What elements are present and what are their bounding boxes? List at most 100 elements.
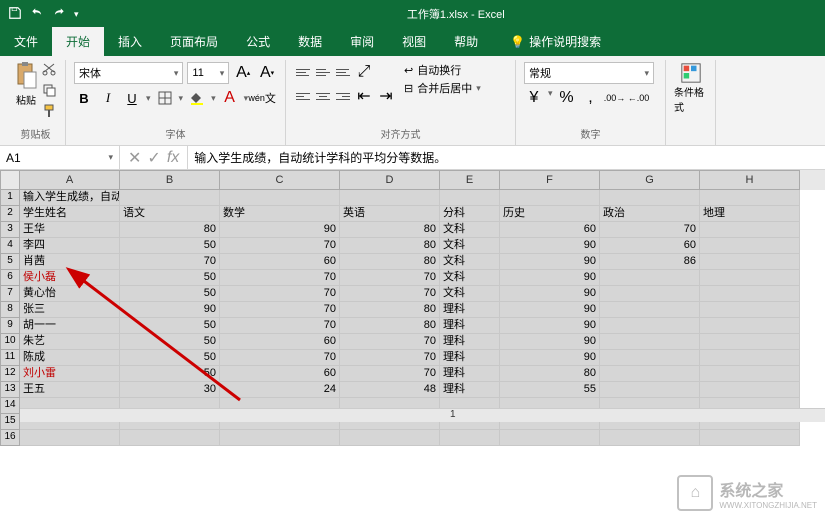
tab-file[interactable]: 文件 bbox=[0, 27, 52, 56]
cell[interactable]: 语文 bbox=[120, 206, 220, 222]
cell[interactable]: 50 bbox=[120, 286, 220, 302]
cell[interactable]: 文科 bbox=[440, 270, 500, 286]
cell[interactable]: 70 bbox=[340, 350, 440, 366]
row-header[interactable]: 7 bbox=[0, 286, 20, 302]
cell[interactable] bbox=[700, 238, 800, 254]
decrease-font-icon[interactable]: A▾ bbox=[257, 63, 277, 83]
cell[interactable]: 80 bbox=[340, 238, 440, 254]
align-top-icon[interactable] bbox=[294, 63, 312, 81]
cell[interactable]: 朱艺 bbox=[20, 334, 120, 350]
cell[interactable]: 80 bbox=[340, 318, 440, 334]
cell[interactable] bbox=[600, 334, 700, 350]
col-header[interactable]: G bbox=[600, 170, 700, 190]
cell[interactable]: 50 bbox=[120, 334, 220, 350]
cell[interactable]: 理科 bbox=[440, 382, 500, 398]
row-header[interactable]: 2 bbox=[0, 206, 20, 222]
cell[interactable]: 肖茜 bbox=[20, 254, 120, 270]
cell[interactable]: 文科 bbox=[440, 222, 500, 238]
fx-icon[interactable]: fx bbox=[167, 149, 179, 167]
orientation-icon[interactable]: ⤢ bbox=[354, 62, 374, 82]
cell[interactable] bbox=[600, 382, 700, 398]
cell[interactable]: 陈成 bbox=[20, 350, 120, 366]
cell[interactable] bbox=[440, 190, 500, 206]
tab-formula[interactable]: 公式 bbox=[232, 27, 284, 56]
cell[interactable]: 70 bbox=[220, 286, 340, 302]
increase-decimal-icon[interactable]: .00→ bbox=[605, 88, 625, 108]
currency-icon[interactable]: ¥ bbox=[524, 88, 544, 108]
cell[interactable]: 80 bbox=[340, 302, 440, 318]
tab-help[interactable]: 帮助 bbox=[440, 27, 492, 56]
format-painter-icon[interactable] bbox=[42, 104, 58, 123]
cell[interactable] bbox=[600, 302, 700, 318]
conditional-format-button[interactable]: 条件格式 bbox=[674, 62, 707, 114]
cell[interactable]: 90 bbox=[500, 334, 600, 350]
cell[interactable]: 90 bbox=[500, 350, 600, 366]
cell[interactable]: 王华 bbox=[20, 222, 120, 238]
cell[interactable]: 黄心怡 bbox=[20, 286, 120, 302]
cell[interactable]: 70 bbox=[220, 302, 340, 318]
cell[interactable]: 分科 bbox=[440, 206, 500, 222]
row-header[interactable]: 15 bbox=[0, 414, 20, 430]
align-center-icon[interactable] bbox=[314, 87, 332, 105]
cell[interactable] bbox=[20, 430, 120, 446]
font-size-select[interactable]: 11▾ bbox=[187, 62, 229, 84]
cell[interactable] bbox=[500, 430, 600, 446]
cell[interactable] bbox=[700, 254, 800, 270]
col-header[interactable]: H bbox=[700, 170, 800, 190]
cell[interactable]: 48 bbox=[340, 382, 440, 398]
cell[interactable]: 86 bbox=[600, 254, 700, 270]
fill-color-icon[interactable] bbox=[187, 88, 207, 108]
cell[interactable] bbox=[700, 350, 800, 366]
italic-button[interactable]: I bbox=[98, 88, 118, 108]
cell[interactable]: 60 bbox=[220, 334, 340, 350]
cell[interactable]: 文科 bbox=[440, 254, 500, 270]
qat-more-icon[interactable]: ▾ bbox=[74, 9, 79, 20]
cell[interactable]: 60 bbox=[600, 238, 700, 254]
cell[interactable] bbox=[220, 430, 340, 446]
row-header[interactable]: 10 bbox=[0, 334, 20, 350]
row-header[interactable]: 11 bbox=[0, 350, 20, 366]
cell[interactable]: 60 bbox=[220, 254, 340, 270]
paste-button[interactable]: 粘贴 bbox=[14, 62, 38, 123]
cell[interactable]: 90 bbox=[500, 238, 600, 254]
row-header[interactable]: 16 bbox=[0, 430, 20, 446]
cell[interactable] bbox=[600, 286, 700, 302]
cell[interactable]: 70 bbox=[340, 334, 440, 350]
cell[interactable]: 文科 bbox=[440, 286, 500, 302]
cell[interactable]: 90 bbox=[500, 286, 600, 302]
cell[interactable] bbox=[700, 222, 800, 238]
cell[interactable] bbox=[120, 430, 220, 446]
row-header[interactable]: 8 bbox=[0, 302, 20, 318]
cell[interactable]: 理科 bbox=[440, 318, 500, 334]
percent-icon[interactable]: % bbox=[557, 88, 577, 108]
indent-decrease-icon[interactable]: ⇤ bbox=[354, 86, 374, 106]
cell[interactable]: 50 bbox=[120, 366, 220, 382]
cell[interactable] bbox=[700, 286, 800, 302]
row-header[interactable]: 13 bbox=[0, 382, 20, 398]
align-bottom-icon[interactable] bbox=[334, 63, 352, 81]
cell[interactable]: 70 bbox=[600, 222, 700, 238]
col-header[interactable]: D bbox=[340, 170, 440, 190]
cell[interactable]: 90 bbox=[500, 302, 600, 318]
cell[interactable]: 70 bbox=[340, 286, 440, 302]
row-header[interactable]: 12 bbox=[0, 366, 20, 382]
cell[interactable]: 50 bbox=[120, 350, 220, 366]
cell[interactable]: 英语 bbox=[340, 206, 440, 222]
tab-review[interactable]: 审阅 bbox=[336, 27, 388, 56]
decrease-decimal-icon[interactable]: ←.00 bbox=[629, 88, 649, 108]
col-header[interactable]: E bbox=[440, 170, 500, 190]
cell[interactable]: 55 bbox=[500, 382, 600, 398]
row-header[interactable]: 3 bbox=[0, 222, 20, 238]
save-icon[interactable] bbox=[8, 6, 22, 23]
cell[interactable] bbox=[600, 350, 700, 366]
cell[interactable]: 30 bbox=[120, 382, 220, 398]
cell[interactable] bbox=[700, 366, 800, 382]
tab-insert[interactable]: 插入 bbox=[104, 27, 156, 56]
cell[interactable] bbox=[220, 190, 340, 206]
cell[interactable]: 80 bbox=[340, 254, 440, 270]
cell[interactable]: 理科 bbox=[440, 350, 500, 366]
cell[interactable]: 理科 bbox=[440, 334, 500, 350]
cancel-icon[interactable]: ✕ bbox=[128, 148, 141, 168]
col-header[interactable]: C bbox=[220, 170, 340, 190]
cell[interactable] bbox=[600, 318, 700, 334]
